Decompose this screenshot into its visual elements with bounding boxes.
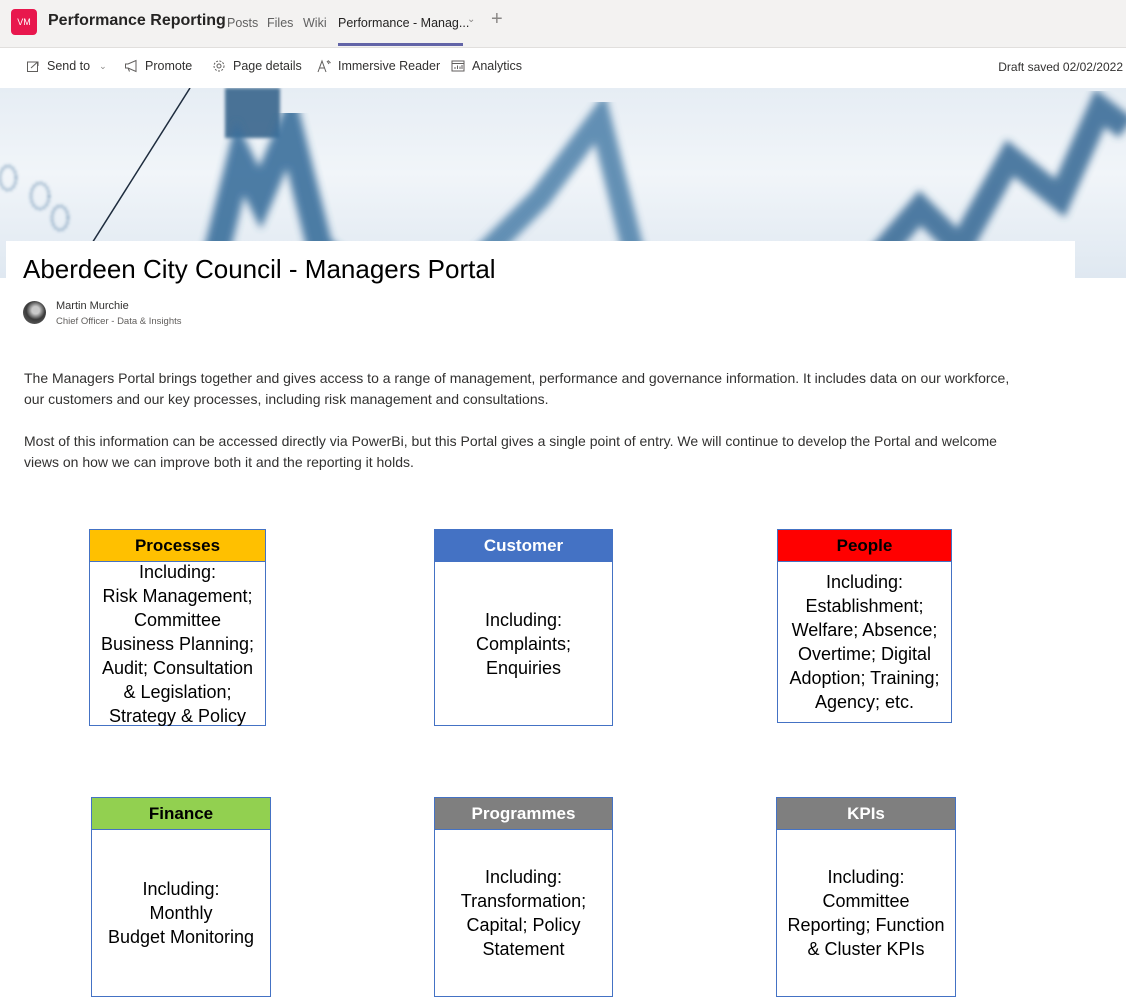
tile-kpis[interactable]: KPIs Including: Committee Reporting; Fun… xyxy=(776,797,956,997)
chevron-down-icon: ⌄ xyxy=(99,60,107,71)
team-name[interactable]: Performance Reporting xyxy=(48,12,226,30)
page-details-button[interactable]: Page details xyxy=(212,59,302,73)
tile-programmes-title: Programmes xyxy=(435,798,612,830)
gear-icon xyxy=(213,60,225,72)
tile-customer[interactable]: Customer Including: Complaints; Enquirie… xyxy=(434,529,613,726)
author-name[interactable]: Martin Murchie xyxy=(56,300,129,312)
intro-paragraph: The Managers Portal brings together and … xyxy=(24,370,1010,407)
tile-kpis-title: KPIs xyxy=(777,798,955,830)
tile-people[interactable]: People Including: Establishment; Welfare… xyxy=(777,529,952,723)
tab-files[interactable]: Files xyxy=(267,16,293,30)
megaphone-icon xyxy=(125,59,137,73)
send-to-label: Send to xyxy=(47,59,91,73)
tile-customer-body: Including: Complaints; Enquiries xyxy=(475,609,572,678)
analytics-label: Analytics xyxy=(472,59,523,73)
author-role: Chief Officer - Data & Insights xyxy=(56,316,182,327)
tile-programmes-body: Including: Transformation; Capital; Poli… xyxy=(460,867,587,959)
tile-finance-body: Including: Monthly Budget Monitoring xyxy=(107,879,255,947)
tile-kpis-body: Including: Committee Reporting; Function… xyxy=(787,867,945,959)
promote-label: Promote xyxy=(145,59,193,73)
send-to-button[interactable]: Send to ⌄ xyxy=(26,59,107,73)
tile-finance-title: Finance xyxy=(92,798,270,830)
author-avatar[interactable] xyxy=(23,301,46,324)
tab-performance-managers[interactable]: Performance - Manag... xyxy=(338,16,469,30)
team-initials: VM xyxy=(17,17,31,27)
command-bar: Send to ⌄ Promote Page details Immersive… xyxy=(0,48,1126,88)
tile-programmes[interactable]: Programmes Including: Transformation; Ca… xyxy=(434,797,613,997)
tile-finance[interactable]: Finance Including: Monthly Budget Monito… xyxy=(91,797,271,997)
draft-status: Draft saved 02/02/2022 xyxy=(998,60,1123,74)
add-tab-icon[interactable]: + xyxy=(491,8,503,31)
powerbi-paragraph: Most of this information can be accessed… xyxy=(24,433,997,470)
teams-header: VM Performance Reporting Posts Files Wik… xyxy=(0,0,1126,48)
tile-customer-title: Customer xyxy=(435,530,612,562)
tile-processes-body: Including: Risk Management; Committee Bu… xyxy=(100,561,255,726)
tab-wiki[interactable]: Wiki xyxy=(303,16,327,30)
tab-posts[interactable]: Posts xyxy=(227,16,258,30)
immersive-reader-label: Immersive Reader xyxy=(338,59,441,73)
page-details-label: Page details xyxy=(233,59,302,73)
tile-processes[interactable]: Processes Including: Risk Management; Co… xyxy=(89,529,266,726)
share-icon xyxy=(27,61,39,72)
promote-button[interactable]: Promote xyxy=(124,59,192,73)
team-avatar[interactable]: VM xyxy=(11,9,37,35)
tile-people-body: Including: Establishment; Welfare; Absen… xyxy=(789,572,940,712)
chevron-down-icon[interactable]: ⌄ xyxy=(467,14,475,25)
tile-processes-title: Processes xyxy=(90,530,265,562)
analytics-icon xyxy=(451,60,465,72)
tile-people-title: People xyxy=(778,530,951,562)
analytics-button[interactable]: Analytics xyxy=(451,59,522,73)
page-title: Aberdeen City Council - Managers Portal xyxy=(23,254,496,284)
immersive-reader-icon xyxy=(317,59,331,73)
active-tab-indicator xyxy=(338,43,463,46)
immersive-reader-button[interactable]: Immersive Reader xyxy=(317,59,440,73)
